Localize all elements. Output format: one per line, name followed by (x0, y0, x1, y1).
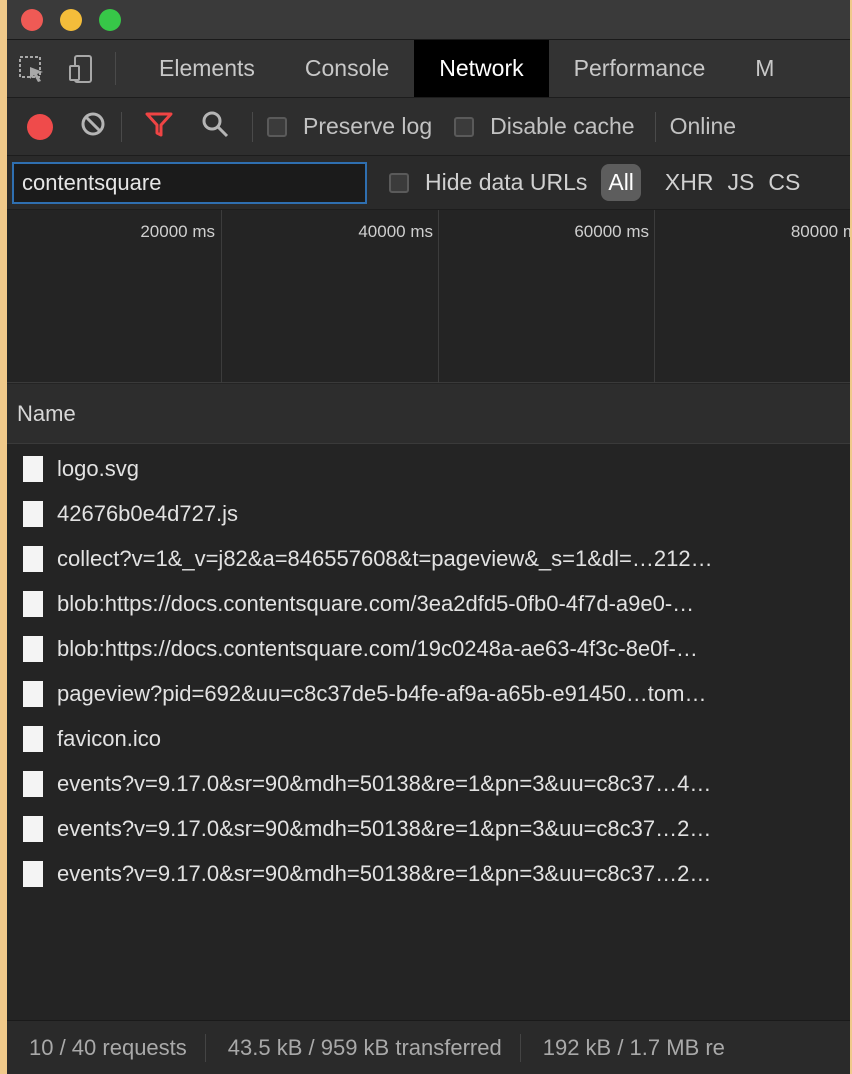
requests-count: 10 / 40 requests (29, 1034, 187, 1060)
table-row[interactable]: logo.svg (7, 446, 850, 491)
zoom-window-button[interactable] (99, 9, 121, 31)
timeline-tick-label: 40000 ms (358, 222, 433, 241)
timeline-gridline (438, 210, 439, 383)
request-name: blob:https://docs.contentsquare.com/19c0… (57, 635, 698, 661)
type-filter-all[interactable]: All (601, 164, 641, 201)
table-row[interactable]: favicon.ico (7, 716, 850, 761)
tab-performance[interactable]: Performance (549, 40, 731, 97)
request-name: events?v=9.17.0&sr=90&mdh=50138&re=1&pn=… (57, 860, 712, 886)
name-column-header[interactable]: Name (7, 384, 850, 444)
file-icon (23, 590, 43, 617)
resources-size: 192 kB / 1.7 MB re (542, 1034, 725, 1060)
file-icon (23, 545, 43, 572)
request-name: blob:https://docs.contentsquare.com/3ea2… (57, 590, 695, 616)
file-icon (23, 500, 43, 527)
table-row[interactable]: pageview?pid=692&uu=c8c37de5-b4fe-af9a-a… (7, 671, 850, 716)
type-filter-js[interactable]: JS (727, 169, 754, 196)
table-row[interactable]: events?v=9.17.0&sr=90&mdh=50138&re=1&pn=… (7, 806, 850, 851)
filter-bar: Hide data URLs All XHR JS CS (7, 156, 850, 210)
file-icon (23, 455, 43, 482)
throttling-select[interactable]: Online (670, 113, 736, 140)
timeline-gridline (654, 210, 655, 383)
tab-console[interactable]: Console (280, 40, 414, 97)
request-name: pageview?pid=692&uu=c8c37de5-b4fe-af9a-a… (57, 680, 707, 706)
table-row[interactable]: events?v=9.17.0&sr=90&mdh=50138&re=1&pn=… (7, 761, 850, 806)
clear-icon[interactable] (79, 110, 107, 143)
tab-more[interactable]: M (730, 40, 799, 97)
preserve-log-label: Preserve log (303, 113, 433, 139)
timeline-gridline (221, 210, 222, 383)
table-row[interactable]: events?v=9.17.0&sr=90&mdh=50138&re=1&pn=… (7, 851, 850, 896)
type-filter-css[interactable]: CS (768, 169, 800, 196)
disable-cache-label: Disable cache (490, 113, 635, 139)
request-name: events?v=9.17.0&sr=90&mdh=50138&re=1&pn=… (57, 815, 712, 841)
close-window-button[interactable] (21, 9, 43, 31)
request-name: favicon.ico (57, 725, 161, 751)
disable-cache-checkbox[interactable] (454, 116, 475, 137)
hide-data-urls-checkbox[interactable] (389, 172, 409, 193)
file-icon (23, 815, 43, 842)
devtools-window: Elements Console Network Performance M P… (7, 0, 850, 1074)
tabbar-divider (115, 52, 116, 85)
request-name: 42676b0e4d727.js (57, 500, 239, 526)
request-name: events?v=9.17.0&sr=90&mdh=50138&re=1&pn=… (57, 770, 712, 796)
timeline-tick-label: 60000 ms (574, 222, 649, 241)
tab-network[interactable]: Network (414, 40, 549, 97)
type-filter-xhr[interactable]: XHR (665, 169, 714, 196)
request-list: logo.svg 42676b0e4d727.js collect?v=1&_v… (7, 446, 850, 1020)
element-picker-icon[interactable] (7, 40, 57, 97)
file-icon (23, 680, 43, 707)
table-row[interactable]: collect?v=1&_v=j82&a=846557608&t=pagevie… (7, 536, 850, 581)
search-icon[interactable] (200, 109, 230, 144)
file-icon (23, 770, 43, 797)
preserve-log-checkbox[interactable] (267, 116, 287, 137)
device-toggle-icon[interactable] (57, 40, 107, 97)
file-icon (23, 725, 43, 752)
filter-input[interactable] (12, 161, 367, 204)
tab-elements[interactable]: Elements (134, 40, 280, 97)
toolbar-divider (121, 111, 122, 142)
hide-data-urls-label: Hide data URLs (425, 169, 588, 195)
file-icon (23, 635, 43, 662)
toolbar-divider (654, 111, 656, 142)
request-name: logo.svg (57, 455, 139, 481)
title-bar (7, 0, 850, 40)
devtools-tab-bar: Elements Console Network Performance M (7, 40, 850, 98)
file-icon (23, 860, 43, 887)
minimize-window-button[interactable] (60, 9, 82, 31)
table-row[interactable]: blob:https://docs.contentsquare.com/3ea2… (7, 581, 850, 626)
filter-icon[interactable] (144, 110, 174, 143)
timeline-tick-label: 80000 m (790, 222, 850, 241)
status-bar: 10 / 40 requests 43.5 kB / 959 kB transf… (7, 1020, 850, 1074)
network-toolbar: Preserve log Disable cache Online (7, 98, 850, 156)
request-name: collect?v=1&_v=j82&a=846557608&t=pagevie… (57, 545, 713, 571)
table-row[interactable]: blob:https://docs.contentsquare.com/19c0… (7, 626, 850, 671)
transferred-size: 43.5 kB / 959 kB transferred (227, 1034, 502, 1060)
timeline-overview[interactable]: 20000 ms 40000 ms 60000 ms 80000 m (7, 210, 850, 383)
table-row[interactable]: 42676b0e4d727.js (7, 491, 850, 536)
timeline-tick-label: 20000 ms (140, 222, 215, 241)
record-button[interactable] (27, 113, 53, 140)
toolbar-divider (252, 111, 253, 142)
